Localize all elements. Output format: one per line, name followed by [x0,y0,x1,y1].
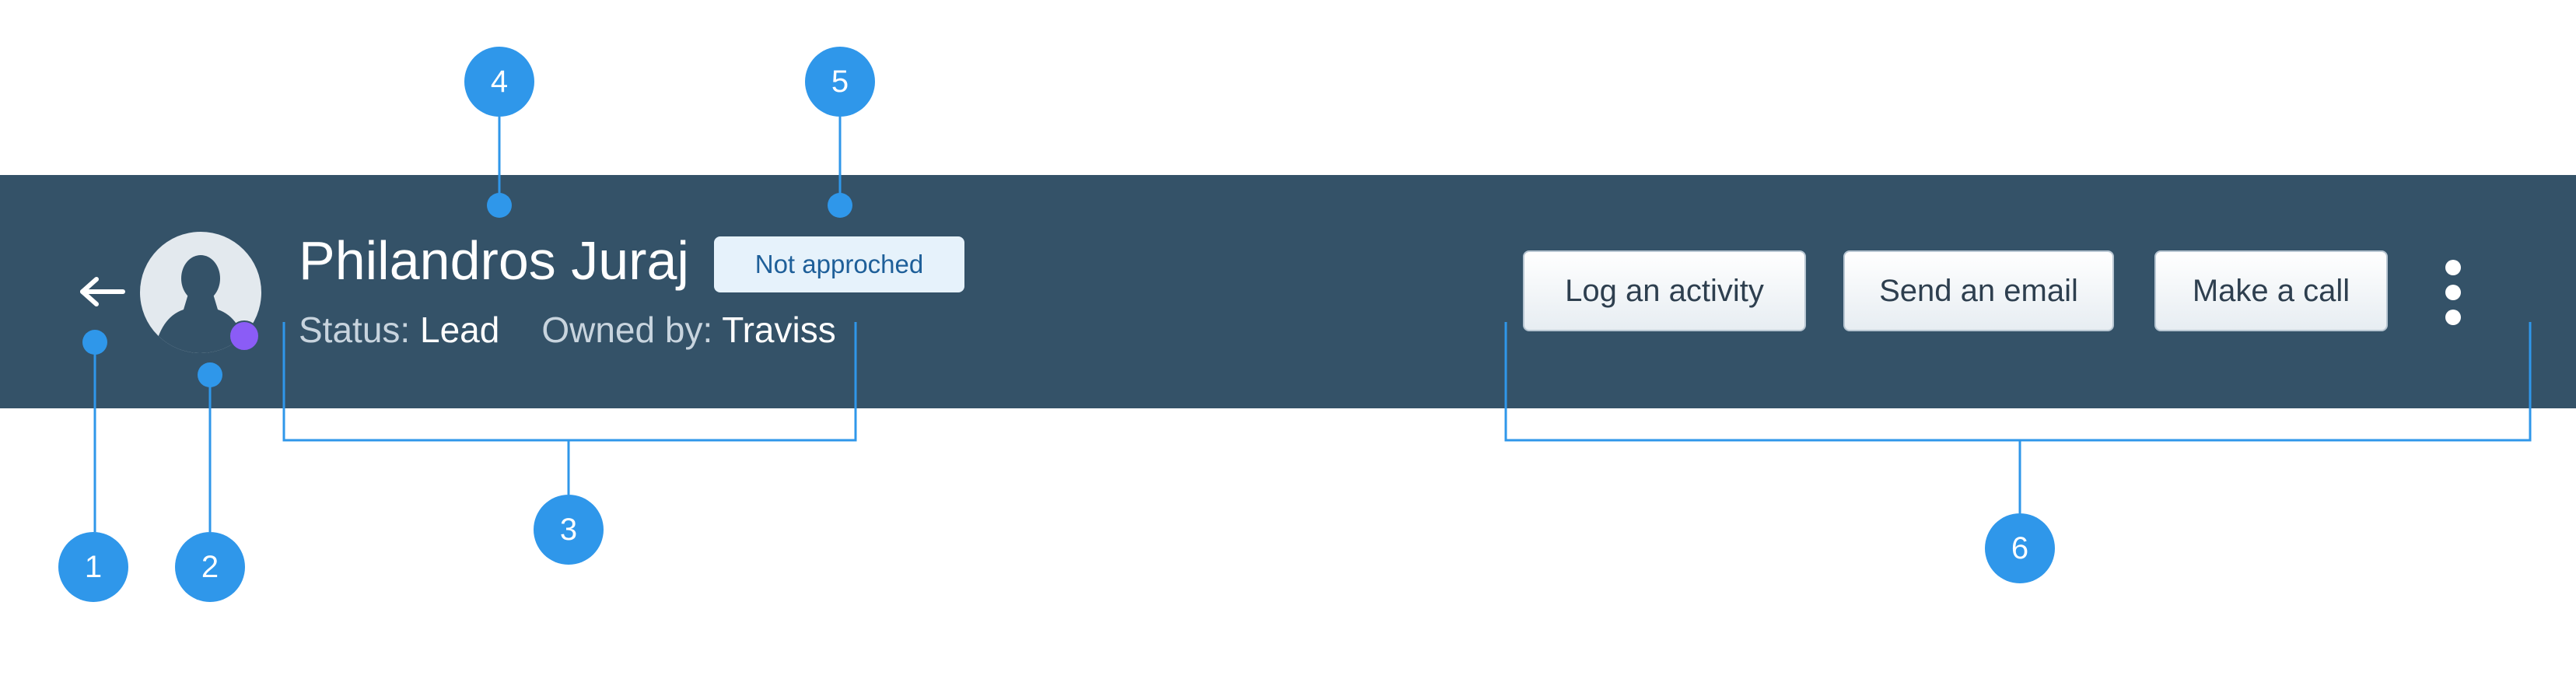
annotation-dot [487,193,512,218]
annotation-marker-2: 2 [175,532,245,602]
annotation-dot [828,193,852,218]
annotation-marker-6: 6 [1985,513,2055,583]
annotation-marker-5: 5 [805,47,875,117]
annotation-dot [82,330,107,355]
annotation-marker-3: 3 [534,495,604,565]
annotation-marker-1: 1 [58,532,128,602]
annotation-marker-4: 4 [464,47,534,117]
annotation-lines [82,117,2532,532]
annotation-dot [198,362,222,387]
